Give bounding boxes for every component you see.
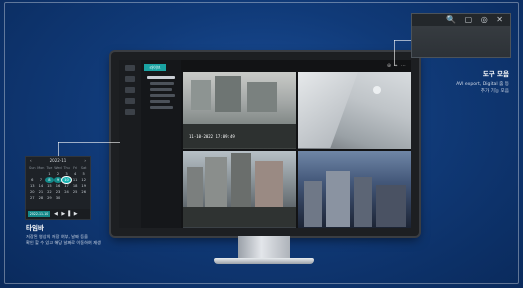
- calendar-day: [71, 195, 80, 201]
- tool-popup: 🔍 ▢ ◎ ✕: [411, 13, 511, 58]
- callout-line: [58, 142, 120, 143]
- building-shape: [215, 76, 241, 112]
- tool-desc-line2: 추가 기능 모음: [480, 89, 509, 94]
- building-shape: [376, 185, 406, 227]
- tree-item[interactable]: [150, 94, 175, 97]
- camera-timestamp: 11-10-2022 17:09:49: [189, 134, 235, 139]
- callout-line: [394, 40, 411, 41]
- calendar-days: 1 2 3 4 5 6 7 8 9 10 11 12 13 14 15 16 17 18 19 20 21 22 23 24 2…: [26, 171, 90, 201]
- month-label: 2022-11: [49, 158, 67, 163]
- camera-toolbar-icons[interactable]: ⊕ ⌖ ⋯: [387, 63, 407, 69]
- calendar-header: ‹ 2022-11 ›: [26, 157, 90, 165]
- tree-item[interactable]: [147, 76, 175, 79]
- building-shape: [255, 161, 283, 207]
- tree-item[interactable]: [150, 106, 173, 109]
- tool-caption: 도구 모음 AVI export, Digital 줌 등 추가 기능 모음: [456, 68, 509, 95]
- timebar-caption: 타임바 저장된 영상의 저장 여부, 날짜 등을 확인 할 수 있고 해당 날짜…: [26, 222, 101, 246]
- building-shape: [247, 82, 277, 112]
- timebar-desc-line2: 확인 할 수 있고 해당 날짜로 이동하여 재생: [26, 240, 101, 245]
- device-tree-panel: 라이브: [141, 60, 181, 228]
- calendar-day: [62, 195, 71, 201]
- monitor-stand-base: [214, 258, 314, 264]
- tab-live[interactable]: 라이브: [144, 64, 166, 71]
- next-month-icon[interactable]: ›: [84, 157, 86, 165]
- settings-button[interactable]: [125, 98, 135, 104]
- building-shape: [187, 167, 203, 207]
- camera-view-1[interactable]: 11-10-2022 17:09:49: [183, 72, 296, 149]
- vms-screen: 라이브 ⊕ ⌖ ⋯ 11-10-2022 17:09:49: [119, 60, 411, 228]
- playback-controls[interactable]: ◀ ▶▐ ▶: [54, 211, 79, 217]
- camera-button[interactable]: [125, 76, 135, 82]
- calendar-day[interactable]: 29: [45, 195, 54, 201]
- camera-view-2[interactable]: [298, 72, 411, 149]
- timebar-desc-line1: 저장된 영상의 저장 여부, 날짜 등을: [26, 234, 88, 239]
- building-shape: [231, 153, 251, 207]
- ground-shape: [183, 207, 296, 227]
- timebar-calendar-popup: ‹ 2022-11 › Sun Mon Tue Wed Thu Fri Sat 123456…: [25, 156, 91, 220]
- tree-item[interactable]: [150, 100, 170, 103]
- callout-line: [58, 142, 59, 156]
- camera-view-3[interactable]: [183, 151, 296, 228]
- tool-icons[interactable]: 🔍 ▢ ◎ ✕: [446, 15, 506, 25]
- tree-item[interactable]: [150, 88, 172, 91]
- ceiling-light-shape: [373, 86, 381, 94]
- calendar-day: [79, 195, 88, 201]
- playback-button[interactable]: [125, 87, 135, 93]
- building-shape: [304, 181, 322, 227]
- camera-view-4[interactable]: [298, 151, 411, 228]
- calendar-day[interactable]: 28: [37, 195, 46, 201]
- calendar-day[interactable]: 27: [28, 195, 37, 201]
- building-shape: [205, 157, 227, 207]
- building-shape: [354, 177, 372, 227]
- building-shape: [326, 171, 350, 227]
- date-field[interactable]: 2022-11-10: [28, 211, 50, 217]
- wall-shape: [298, 72, 358, 148]
- tree-item[interactable]: [150, 82, 174, 85]
- tool-title: 도구 모음: [482, 70, 509, 78]
- left-toolbar: [119, 60, 141, 228]
- timebar-title: 타임바: [26, 224, 44, 232]
- calendar-footer: 2022-11-10 ◀ ▶▐ ▶: [26, 209, 90, 219]
- camera-grid: 11-10-2022 17:09:49: [183, 72, 411, 228]
- tool-desc-line1: AVI export, Digital 줌 등: [456, 82, 509, 87]
- camera-topbar: ⊕ ⌖ ⋯: [183, 62, 411, 70]
- layout-button[interactable]: [125, 65, 135, 71]
- prev-month-icon[interactable]: ‹: [30, 157, 32, 165]
- tool-popup-bar: 🔍 ▢ ◎ ✕: [412, 14, 510, 26]
- callout-line: [394, 40, 395, 66]
- calendar-day[interactable]: 30: [54, 195, 63, 201]
- monitor-stand-neck: [238, 236, 290, 260]
- building-shape: [191, 80, 211, 110]
- monitor: 라이브 ⊕ ⌖ ⋯ 11-10-2022 17:09:49: [111, 52, 419, 236]
- export-button[interactable]: [125, 109, 135, 115]
